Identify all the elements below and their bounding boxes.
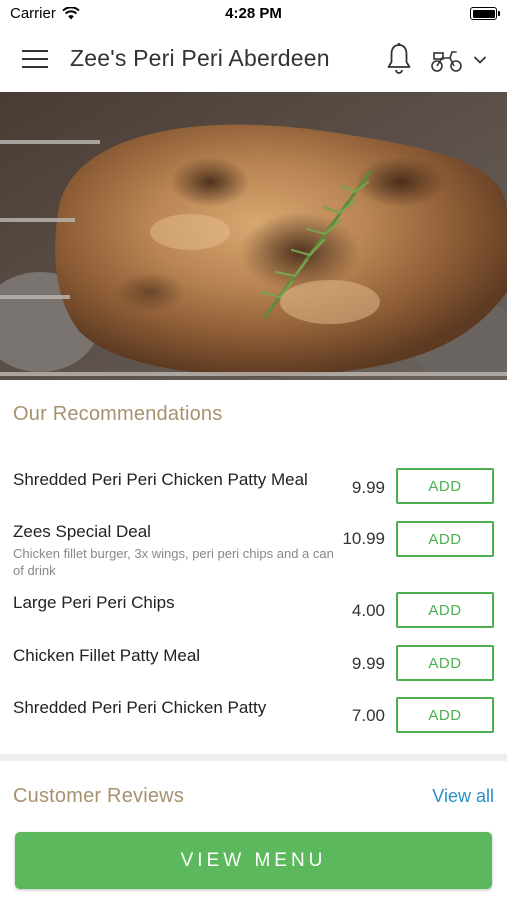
- item-price: 9.99: [351, 478, 385, 497]
- add-button[interactable]: ADD: [396, 592, 494, 628]
- status-time: 4:28 PM: [225, 5, 282, 22]
- add-button[interactable]: ADD: [396, 468, 494, 504]
- grilled-chicken-image: [0, 92, 507, 380]
- hero-image: [0, 92, 507, 380]
- add-button[interactable]: ADD: [396, 645, 494, 681]
- item-price: 9.99: [351, 654, 385, 673]
- recommendations-title: Our Recommendations: [13, 403, 223, 425]
- item-name: Zees Special Deal: [13, 522, 151, 541]
- view-menu-button[interactable]: VIEW MENU: [15, 832, 492, 889]
- item-price: 10.99: [342, 529, 385, 548]
- chevron-down-icon[interactable]: [472, 52, 488, 68]
- item-price: 4.00: [351, 601, 385, 620]
- view-all-link[interactable]: View all: [432, 786, 494, 807]
- app-header: Zee's Peri Peri Aberdeen: [0, 28, 507, 92]
- scooter-icon[interactable]: [430, 46, 464, 74]
- section-divider: [0, 754, 507, 761]
- item-price: 7.00: [351, 706, 385, 725]
- item-name: Shredded Peri Peri Chicken Patty Meal: [13, 470, 308, 489]
- item-name: Large Peri Peri Chips: [13, 593, 175, 612]
- item-name: Chicken Fillet Patty Meal: [13, 646, 201, 665]
- battery-icon: [470, 7, 500, 20]
- page-title: Zee's Peri Peri Aberdeen: [70, 45, 330, 71]
- bell-icon[interactable]: [384, 42, 414, 76]
- reviews-title: Customer Reviews: [13, 785, 185, 807]
- add-button[interactable]: ADD: [396, 521, 494, 557]
- add-button[interactable]: ADD: [396, 697, 494, 733]
- item-description: Chicken fillet burger, 3x wings, peri pe…: [13, 546, 334, 578]
- status-bar: Carrier 4:28 PM: [0, 0, 507, 28]
- menu-icon[interactable]: [22, 50, 48, 70]
- item-name: Shredded Peri Peri Chicken Patty: [13, 698, 267, 717]
